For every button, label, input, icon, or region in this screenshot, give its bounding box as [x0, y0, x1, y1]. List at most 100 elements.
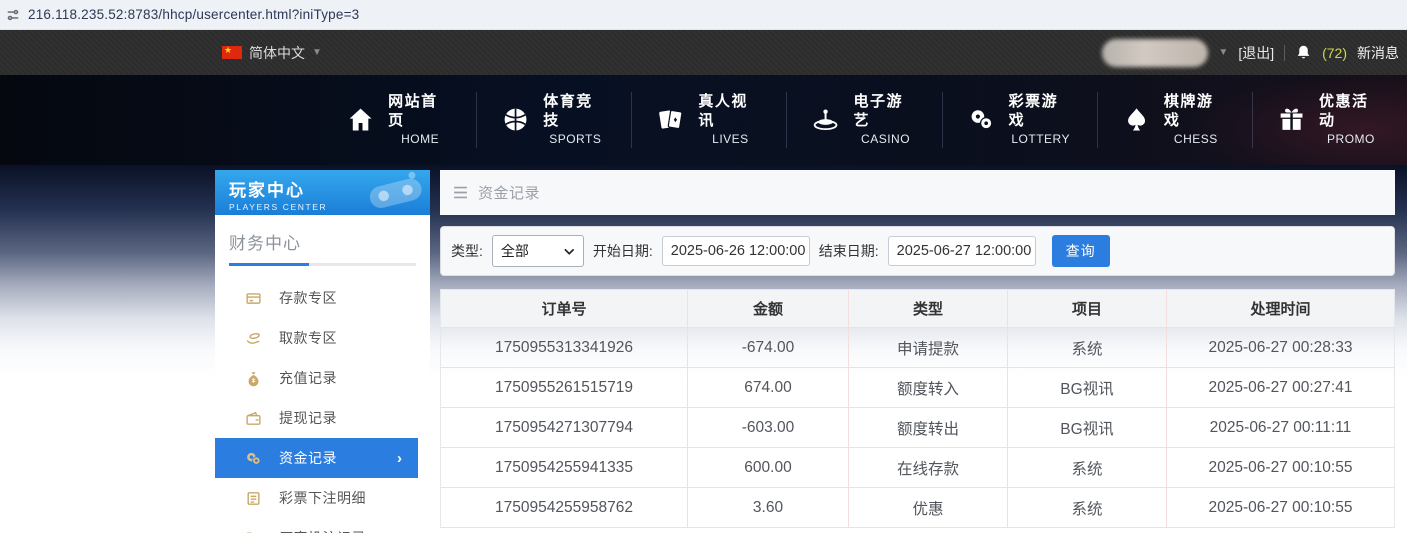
main-nav: 网站首页HOME 体育竞技SPORTS 真人视讯LIVES 电子游艺CASINO: [0, 75, 1407, 165]
cell-amount: -674.00: [688, 328, 849, 368]
cell-order-no: 1750955313341926: [441, 328, 688, 368]
type-select-value: 全部: [501, 241, 529, 261]
chevron-right-icon: ›: [397, 451, 402, 466]
nav-label-en: CHESS: [1174, 132, 1218, 147]
language-label: 简体中文: [249, 43, 305, 63]
user-chevron-down-icon[interactable]: ▼: [1218, 47, 1228, 58]
roulette-icon: [811, 105, 840, 135]
finance-center-label: 财务中心: [229, 229, 416, 263]
nav-label-zh: 棋牌游戏: [1164, 93, 1228, 131]
language-selector[interactable]: ★ 简体中文 ▼: [222, 30, 322, 75]
gift-icon: [1277, 105, 1306, 135]
cell-amount: 3.60: [688, 488, 849, 528]
type-select[interactable]: 全部: [492, 235, 584, 267]
players-center-header: 玩家中心 PLAYERS CENTER: [215, 170, 430, 215]
message-count-badge[interactable]: (72): [1322, 45, 1347, 61]
sidebar-item-funds-records[interactable]: 资金记录 ›: [215, 438, 418, 478]
topbar-divider: [1284, 45, 1285, 61]
cell-order-no: 1750954255941335: [441, 448, 688, 488]
cell-process-time: 2025-06-27 00:27:41: [1167, 368, 1394, 408]
nav-item-casino[interactable]: 电子游艺CASINO: [786, 92, 941, 148]
bell-icon[interactable]: [1295, 44, 1312, 61]
browser-address-bar[interactable]: 216.118.235.52:8783/hhcp/usercenter.html…: [0, 0, 1407, 30]
table-row: 1750954271307794 -603.00 额度转出 BG视讯 2025-…: [441, 408, 1394, 448]
funds-table: 订单号 金额 类型 项目 处理时间 1750955313341926 -674.…: [440, 289, 1395, 528]
cell-amount: 600.00: [688, 448, 849, 488]
withdraw-hand-icon: [245, 330, 262, 347]
nav-label-zh: 真人视讯: [698, 93, 762, 131]
cell-amount: 674.00: [688, 368, 849, 408]
nav-item-sports[interactable]: 体育竞技SPORTS: [476, 92, 631, 148]
cell-project: 系统: [1008, 328, 1167, 368]
end-date-input[interactable]: [888, 236, 1036, 266]
sports-ball-icon: [501, 105, 530, 135]
sidebar-item-deposit-zone[interactable]: 存款专区: [215, 278, 418, 318]
nav-item-lives[interactable]: 真人视讯LIVES: [631, 92, 786, 148]
filter-bar: 类型: 全部 开始日期: 结束日期: 查询: [440, 226, 1395, 276]
nav-item-lottery[interactable]: 彩票游戏LOTTERY: [942, 92, 1097, 148]
money-bag-icon: [245, 370, 262, 387]
menu-lines-icon: [452, 185, 469, 200]
cell-amount: -603.00: [688, 408, 849, 448]
username-redacted: [1102, 39, 1208, 67]
cell-process-time: 2025-06-27 00:10:55: [1167, 448, 1394, 488]
new-messages-link[interactable]: 新消息: [1357, 43, 1399, 63]
sidebar-item-label: 取款专区: [279, 328, 337, 348]
home-icon: [346, 105, 375, 135]
nav-items: 网站首页HOME 体育竞技SPORTS 真人视讯LIVES 电子游艺CASINO: [322, 75, 1407, 165]
cell-project: 系统: [1008, 448, 1167, 488]
breadcrumb-label: 资金记录: [478, 182, 540, 203]
query-button[interactable]: 查询: [1052, 235, 1110, 267]
nav-item-promo[interactable]: 优惠活动PROMO: [1252, 92, 1407, 148]
url-text[interactable]: 216.118.235.52:8783/hhcp/usercenter.html…: [28, 7, 359, 22]
sidebar-item-label: 存款专区: [279, 288, 337, 308]
site-info-icon[interactable]: [6, 8, 20, 22]
list-icon: [245, 530, 262, 533]
wallet-icon: [245, 410, 262, 427]
start-date-label: 开始日期:: [593, 241, 653, 261]
document-icon: [245, 490, 262, 507]
nav-label-zh: 网站首页: [388, 93, 452, 131]
spade-icon: [1122, 105, 1151, 135]
nav-label-en: CASINO: [861, 132, 910, 147]
cell-type: 在线存款: [849, 448, 1008, 488]
nav-label-en: SPORTS: [549, 132, 601, 147]
table-row: 1750954255941335 600.00 在线存款 系统 2025-06-…: [441, 448, 1394, 488]
cell-type: 额度转入: [849, 368, 1008, 408]
cell-project: 系统: [1008, 488, 1167, 528]
type-label: 类型:: [451, 241, 483, 261]
nav-label-zh: 优惠活动: [1319, 93, 1383, 131]
nav-item-home[interactable]: 网站首页HOME: [322, 92, 476, 148]
sidebar-item-withdrawal-records[interactable]: 提现记录: [215, 398, 418, 438]
deposit-card-icon: [245, 290, 262, 307]
cell-type: 优惠: [849, 488, 1008, 528]
cell-process-time: 2025-06-27 00:28:33: [1167, 328, 1394, 368]
topbar: ★ 简体中文 ▼ ▼ [退出] (72) 新消息: [0, 30, 1407, 75]
finance-center-section: 财务中心: [229, 229, 416, 266]
table-row: 1750955261515719 674.00 额度转入 BG视讯 2025-0…: [441, 368, 1394, 408]
sidebar-item-label: 充值记录: [279, 368, 337, 388]
nav-label-zh: 电子游艺: [854, 93, 918, 131]
col-header-order-no: 订单号: [441, 290, 688, 328]
nav-item-chess[interactable]: 棋牌游戏CHESS: [1097, 92, 1252, 148]
cards-icon: [656, 105, 685, 135]
sidebar: 玩家中心 PLAYERS CENTER 财务中心 存款专区 取款专区: [215, 170, 430, 533]
main-content: 资金记录 类型: 全部 开始日期: 结束日期: 查询 订单号 金额 类型 项目 …: [440, 170, 1395, 528]
coins-icon: [245, 450, 262, 467]
cell-type: 申请提款: [849, 328, 1008, 368]
section-underline: [229, 263, 416, 266]
sidebar-item-recharge-records[interactable]: 充值记录: [215, 358, 418, 398]
nav-label-zh: 体育竞技: [543, 93, 607, 131]
sidebar-item-lottery-bet-details[interactable]: 彩票下注明细: [215, 478, 418, 518]
language-chevron-down-icon: ▼: [312, 47, 322, 58]
china-flag-icon: ★: [222, 46, 242, 59]
select-chevron-down-icon: [564, 248, 575, 255]
sidebar-menu: 存款专区 取款专区 充值记录 提现记录: [215, 278, 430, 533]
col-header-amount: 金额: [688, 290, 849, 328]
logout-link[interactable]: [退出]: [1238, 43, 1274, 63]
cell-order-no: 1750954255958762: [441, 488, 688, 528]
start-date-input[interactable]: [662, 236, 810, 266]
cell-type: 额度转出: [849, 408, 1008, 448]
sidebar-item-withdraw-zone[interactable]: 取款专区: [215, 318, 418, 358]
sidebar-item-hall-bet-records[interactable]: 厅室投注记录: [215, 518, 418, 533]
